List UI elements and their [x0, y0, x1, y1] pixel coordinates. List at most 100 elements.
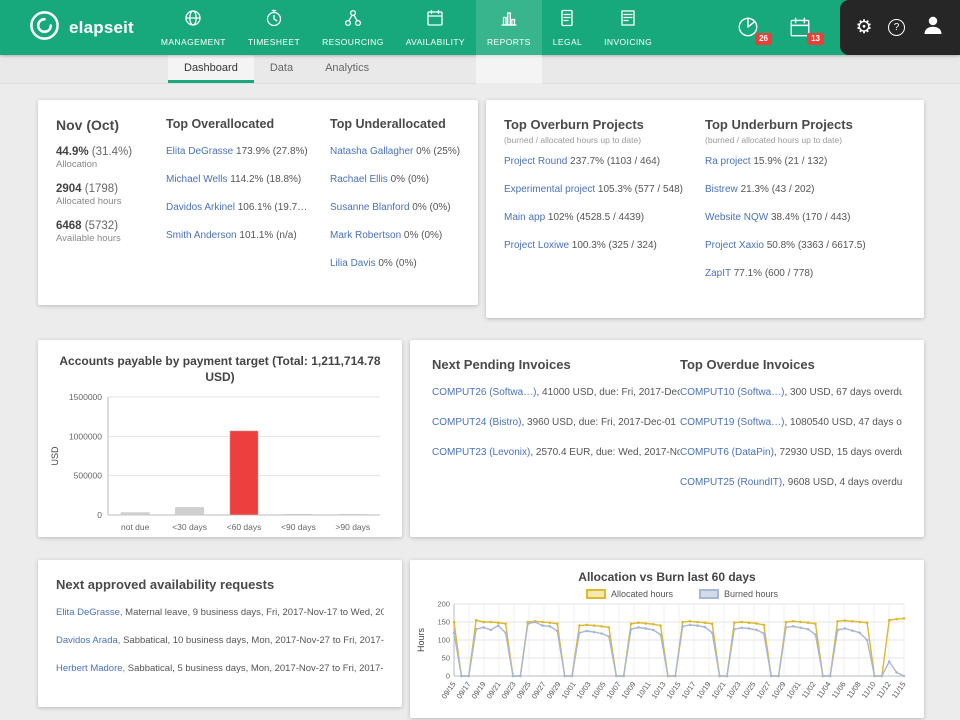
underburn-project-link[interactable]: Ra project [705, 156, 751, 167]
legend-burned[interactable]: Burned hours [699, 588, 778, 599]
accounts-payable-title: Accounts payable by payment target (Tota… [59, 354, 381, 384]
availability-request: Herbert Madore, Sabbatical, 5 business d… [56, 663, 384, 674]
pending-invoices-column: Next Pending Invoices COMPUT26 (Softwa…)… [432, 357, 680, 520]
profile-avatar-icon[interactable] [921, 13, 945, 42]
pending-invoice-text: , 3960 USD, due: Fri, 2017-Dec-01 [521, 417, 676, 428]
availability-request-link[interactable]: Herbert Madore, [56, 663, 125, 674]
overburn-project: Main app 102% (4528.5 / 4439) [504, 212, 697, 223]
underallocated-person-link[interactable]: Lilia Davis [330, 258, 376, 269]
stat-secondary: (5732) [81, 220, 119, 232]
pending-invoice-link[interactable]: COMPUT24 (Bistro) [432, 417, 521, 428]
available-hours-stat: 6468 (5732) Available hours [56, 220, 152, 244]
burned-swatch-icon [699, 588, 719, 599]
overdue-invoice-text: , 9608 USD, 4 days overdue [782, 477, 902, 488]
overdue-invoice: COMPUT25 (RoundIT), 9608 USD, 4 days ove… [680, 477, 902, 488]
bar-<60 days [229, 430, 259, 516]
overdue-invoice-text: , 1080540 USD, 47 days overdue [784, 417, 902, 428]
underallocated-person: Natasha Gallagher 0% (25%) [330, 146, 460, 157]
overdue-invoice-link[interactable]: COMPUT6 (DataPin) [680, 447, 774, 458]
overburn-project-link[interactable]: Project Loxiwe [504, 240, 569, 251]
pending-invoice-link[interactable]: COMPUT26 (Softwa…) [432, 387, 536, 398]
svg-text:Hours: Hours [416, 627, 426, 652]
underburn-project-link[interactable]: Bistrew [705, 184, 738, 195]
overallocated-list: Elita DeGrasse 173.9% (27.8%) Michael Wel… [166, 146, 316, 241]
overdue-invoice-text: , 300 USD, 67 days overdue [784, 387, 902, 398]
overallocated-person-link[interactable]: Elita DeGrasse [166, 146, 233, 157]
overallocated-person-link[interactable]: Smith Anderson [166, 230, 237, 241]
chart-legend: Allocated hours Burned hours [444, 588, 920, 599]
nav-item-invoicing[interactable]: INVOICING [593, 0, 663, 55]
nav-item-resourcing[interactable]: RESOURCING [311, 0, 395, 55]
availability-request-link[interactable]: Davidos Arada, [56, 635, 120, 646]
overburn-project: Project Round 237.7% (1103 / 464) [504, 156, 697, 167]
overburn-project-link[interactable]: Project Round [504, 156, 567, 167]
notification-pie-chart-icon[interactable]: 26 [736, 15, 772, 45]
brand-name: elapseit [69, 17, 134, 37]
overallocated-person-link[interactable]: Davidos Arkinel [166, 202, 235, 213]
overburn-project-link[interactable]: Experimental project [504, 184, 595, 195]
nav-item-label: REPORTS [487, 37, 531, 47]
overallocated-person-text: 101.1% (n/a) [236, 230, 297, 241]
legend-allocated[interactable]: Allocated hours [585, 588, 673, 599]
availability-request-link[interactable]: Elita DeGrasse, [56, 607, 123, 618]
svg-text:10/21: 10/21 [709, 680, 727, 701]
nav-item-availability[interactable]: AVAILABILITY [395, 0, 476, 55]
nav-item-timesheet[interactable]: TIMESHEET [237, 0, 311, 55]
overdue-invoice-text: , 72930 USD, 15 days overdue [773, 447, 902, 458]
underallocated-list: Natasha Gallagher 0% (25%) Rachael Ellis … [330, 146, 460, 269]
tab-data[interactable]: Data [254, 55, 309, 83]
svg-text:10/25: 10/25 [739, 680, 757, 701]
svg-text:10/01: 10/01 [559, 680, 577, 701]
top-navbar: elapseit MANAGEMENT TIMESHEET RESOURCING AV… [0, 0, 960, 55]
tab-dashboard[interactable]: Dashboard [168, 55, 254, 83]
svg-text:10/03: 10/03 [574, 680, 592, 701]
svg-text:USD: USD [50, 446, 60, 466]
underburn-project: Project Xaxio 50.8% (3363 / 6617.5) [705, 240, 898, 251]
tab-analytics[interactable]: Analytics [309, 55, 385, 83]
month-summary-column: Nov (Oct) 44.9% (31.4%) Allocation 2904 … [56, 117, 152, 288]
overburn-project-text: 100.3% (325 / 324) [569, 240, 657, 251]
nav-item-management[interactable]: MANAGEMENT [150, 0, 237, 55]
pending-invoice: COMPUT24 (Bistro), 3960 USD, due: Fri, 2… [432, 417, 680, 428]
notification-calendar-badge-icon[interactable]: 13 [788, 15, 824, 45]
underburn-project-link[interactable]: Website NQW [705, 212, 768, 223]
pending-invoice-link[interactable]: COMPUT23 (Levonix) [432, 447, 530, 458]
svg-text:10/27: 10/27 [754, 680, 772, 701]
overburn-project-link[interactable]: Main app [504, 212, 545, 223]
underallocated-person-link[interactable]: Susanne Blanford [330, 202, 410, 213]
pending-invoice: COMPUT26 (Softwa…), 41000 USD, due: Fri,… [432, 387, 680, 398]
globe-icon [183, 8, 203, 33]
svg-text:150: 150 [437, 617, 450, 626]
underburn-project-link[interactable]: Project Xaxio [705, 240, 764, 251]
overdue-invoice-link[interactable]: COMPUT10 (Softwa…) [680, 387, 784, 398]
svg-text:0: 0 [97, 510, 102, 520]
svg-text:1000000: 1000000 [69, 432, 102, 442]
help-icon[interactable]: ? [888, 19, 906, 36]
allocated-swatch-icon [585, 588, 606, 599]
svg-text:>90 days: >90 days [335, 522, 370, 532]
underallocated-person-link[interactable]: Rachael Ellis [330, 174, 388, 185]
underburn-project-link[interactable]: ZapIT [705, 268, 731, 279]
overdue-invoice-link[interactable]: COMPUT25 (RoundIT) [680, 477, 782, 488]
underallocated-person-link[interactable]: Natasha Gallagher [330, 146, 413, 157]
notification-badge: 13 [807, 32, 824, 45]
bar-not due [120, 512, 150, 516]
nav-item-legal[interactable]: LEGAL [542, 0, 593, 55]
invoice-icon [618, 8, 638, 33]
gear-icon[interactable]: ⚙ [855, 18, 872, 37]
underallocated-person-link[interactable]: Mark Robertson [330, 230, 401, 241]
user-menu: ⚙ ? [840, 0, 960, 55]
underburn-project-text: 38.4% (170 / 443) [768, 212, 851, 223]
svg-text:10/13: 10/13 [649, 680, 667, 701]
nav-item-label: TIMESHEET [247, 37, 301, 47]
overdue-invoices-list: COMPUT10 (Softwa…), 300 USD, 67 days ove… [680, 387, 902, 488]
underburn-project-text: 21.3% (43 / 202) [737, 184, 815, 195]
overburn-project-text: 237.7% (1103 / 464) [567, 156, 661, 167]
overallocated-person-link[interactable]: Michael Wells [166, 174, 228, 185]
brand-logo[interactable]: elapseit [0, 0, 150, 55]
nav-item-reports[interactable]: REPORTS [476, 0, 542, 55]
underburn-list: Ra project 15.9% (21 / 132) Bistrew 21.3%… [705, 156, 898, 279]
notification-area: 26 13 [736, 15, 840, 45]
overdue-invoice-link[interactable]: COMPUT19 (Softwa…) [680, 417, 784, 428]
availability-request: Elita DeGrasse, Maternal leave, 9 busine… [56, 607, 384, 618]
